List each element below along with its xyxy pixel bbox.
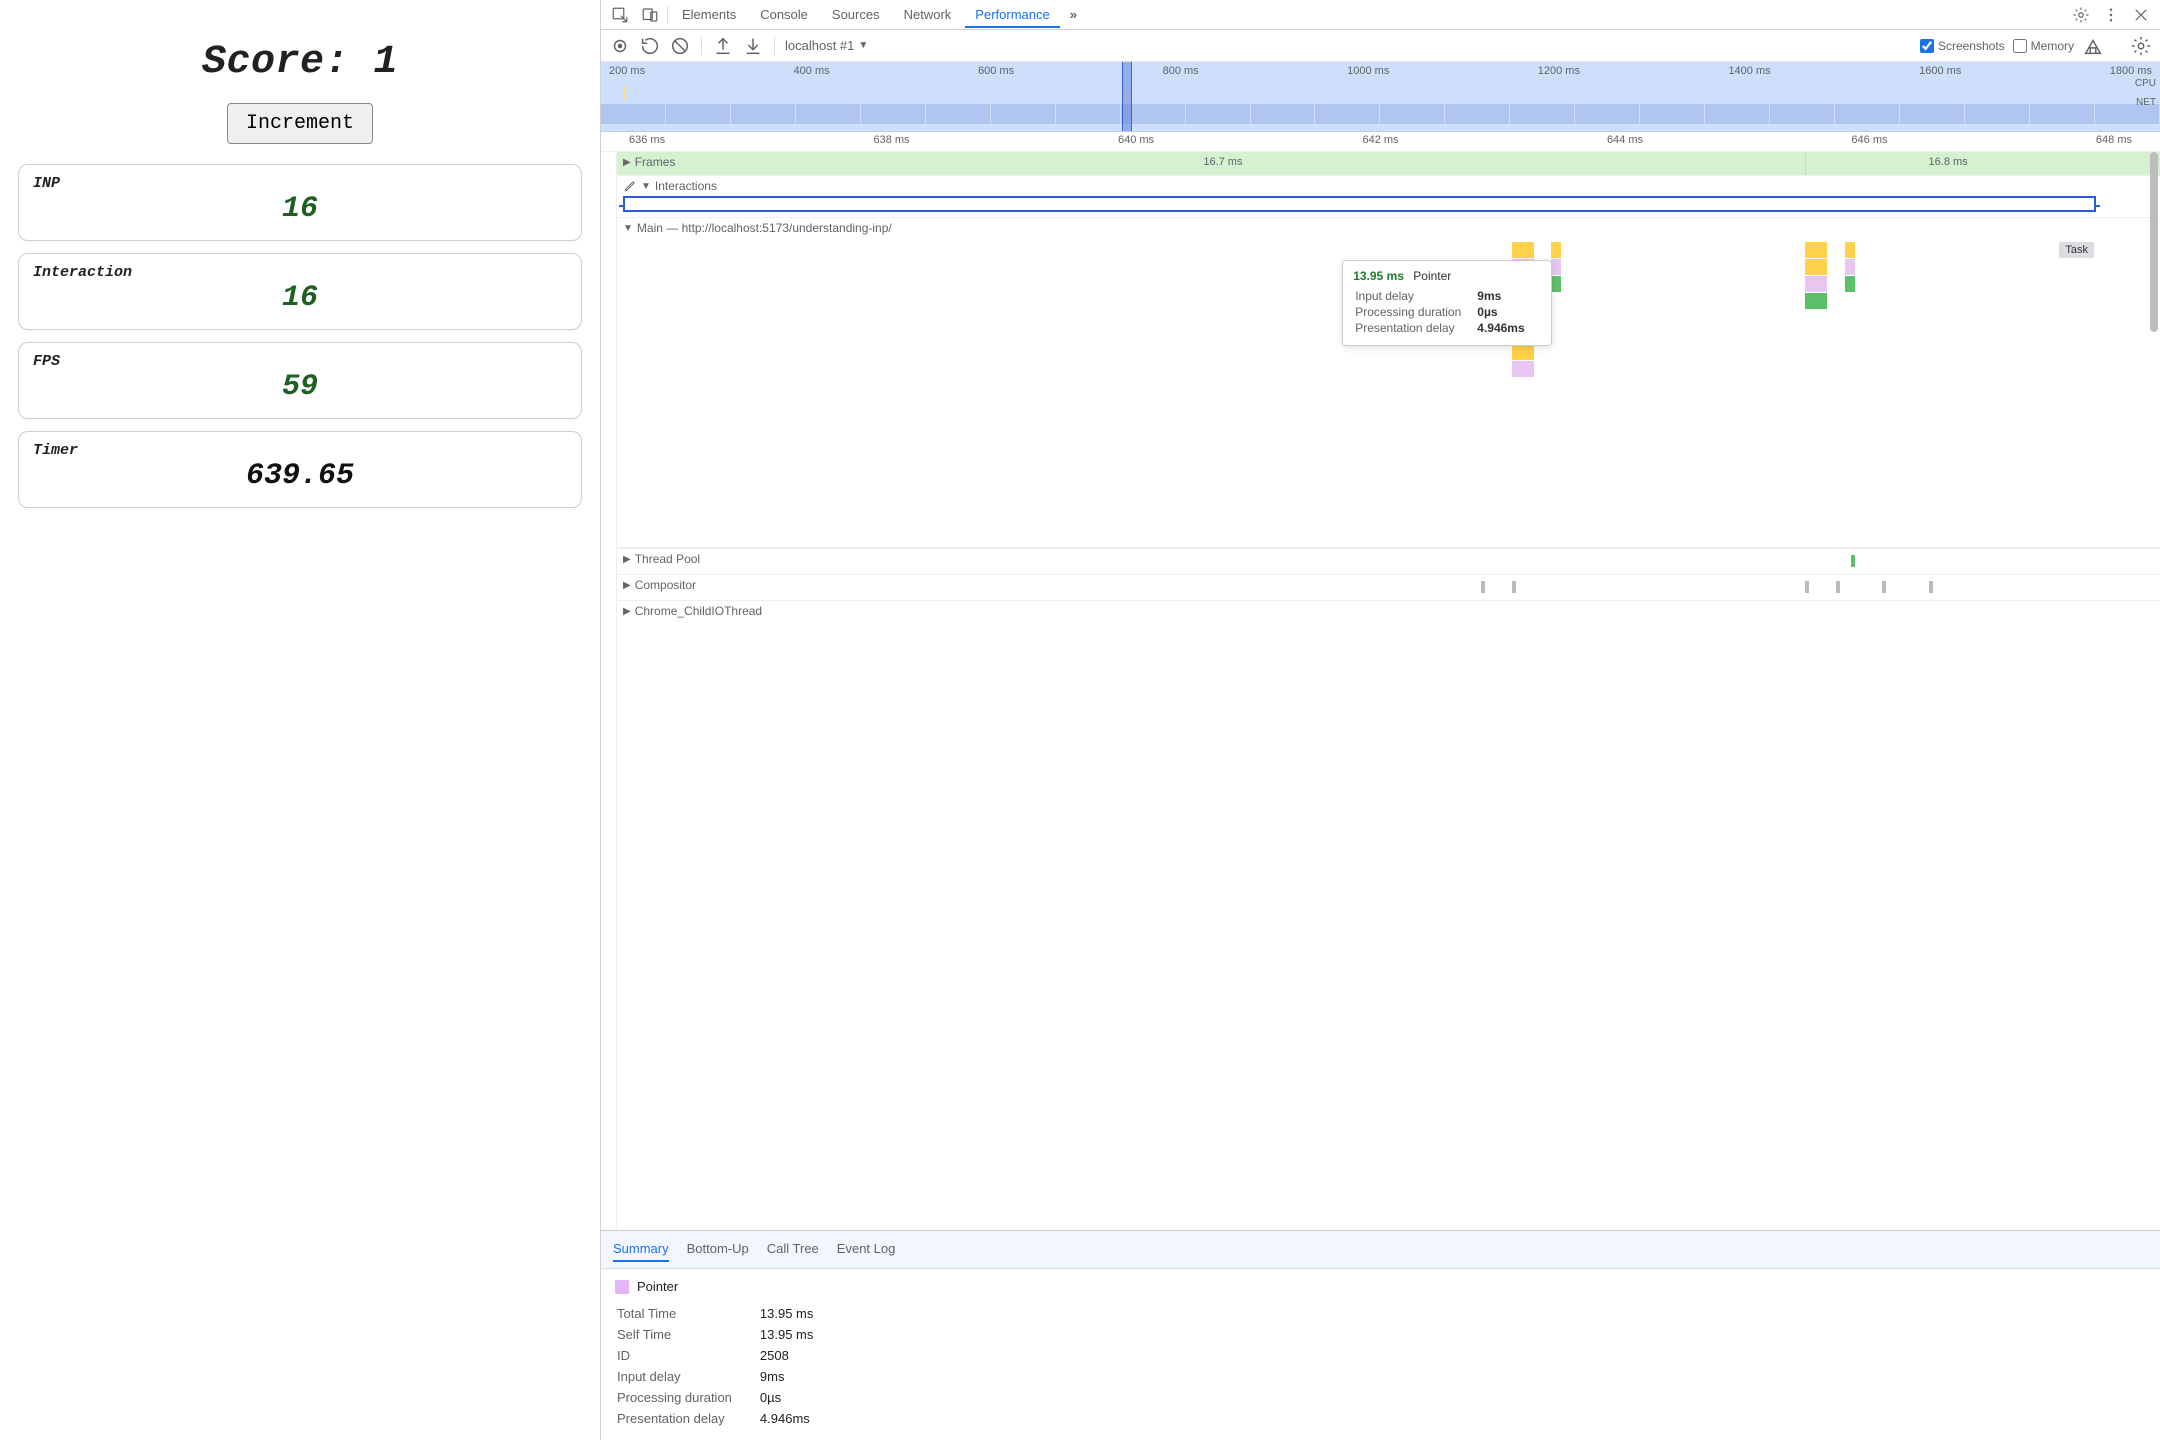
tab-bottom-up[interactable]: Bottom-Up	[687, 1237, 749, 1262]
ov-tick: 1800 ms	[2110, 65, 2152, 77]
pencil-icon	[623, 179, 637, 193]
memory-checkbox[interactable]: Memory	[2013, 39, 2074, 53]
expander-icon[interactable]: ▶	[623, 554, 631, 565]
devtools-pane: Elements Console Sources Network Perform…	[600, 0, 2160, 1440]
overview-viewport-handle[interactable]	[1122, 62, 1132, 131]
metric-inp: INP 16	[18, 164, 582, 241]
interactions-track[interactable]: ▼ Interactions	[617, 176, 2160, 218]
expander-icon[interactable]: ▼	[641, 181, 651, 192]
compositor-track[interactable]: ▶ Compositor	[617, 574, 2160, 600]
expander-icon[interactable]: ▼	[623, 223, 633, 234]
event-name: Pointer	[637, 1279, 678, 1294]
ov-tick: 1000 ms	[1347, 65, 1389, 77]
flamechart[interactable]: ▶ Frames 16.7 ms 16.8 ms ▼ Interactions	[601, 152, 2160, 1231]
close-icon[interactable]	[2128, 2, 2154, 28]
cpu-label: CPU	[2135, 78, 2156, 89]
track-label: Chrome_ChildIOThread	[635, 604, 762, 618]
tab-elements[interactable]: Elements	[672, 1, 746, 28]
metric-value: 59	[33, 370, 567, 404]
tab-sources[interactable]: Sources	[822, 1, 890, 28]
interaction-bar[interactable]	[623, 196, 2096, 212]
metric-label: Timer	[33, 442, 567, 459]
metric-interaction: Interaction 16	[18, 253, 582, 330]
metric-value: 639.65	[33, 459, 567, 493]
gear-icon[interactable]	[2130, 35, 2152, 57]
ov-tick: 1200 ms	[1538, 65, 1580, 77]
tab-event-log[interactable]: Event Log	[837, 1237, 896, 1262]
tab-network[interactable]: Network	[894, 1, 962, 28]
frame-time: 16.7 ms	[1203, 156, 1242, 168]
kebab-icon[interactable]	[2098, 2, 2124, 28]
net-label: NET	[2135, 97, 2156, 108]
tab-call-tree[interactable]: Call Tree	[767, 1237, 819, 1262]
zoom-tick: 636 ms	[629, 134, 665, 149]
gear-icon[interactable]	[2068, 2, 2094, 28]
expander-icon[interactable]: ▶	[623, 580, 631, 591]
tab-performance[interactable]: Performance	[965, 1, 1059, 28]
inspect-icon[interactable]	[607, 2, 633, 28]
clear-icon[interactable]	[669, 35, 691, 57]
performance-toolbar: localhost #1 ▼ Screenshots Memory	[601, 30, 2160, 62]
tabs-overflow[interactable]: »	[1064, 7, 1083, 22]
recording-name: localhost #1	[785, 38, 854, 53]
summary-panel: Pointer Total Time 13.95 ms Self Time 13…	[601, 1269, 2160, 1440]
metric-label: INP	[33, 175, 567, 192]
chevron-down-icon: ▼	[858, 40, 868, 51]
expander-icon[interactable]: ▶	[623, 157, 631, 168]
zoom-tick: 642 ms	[1362, 134, 1398, 149]
app-pane: Score: 1 Increment INP 16 Interaction 16…	[0, 0, 600, 1440]
devtools-tabbar: Elements Console Sources Network Perform…	[601, 0, 2160, 30]
tooltip-name: Pointer	[1413, 269, 1451, 283]
metric-fps: FPS 59	[18, 342, 582, 419]
recording-select[interactable]: localhost #1 ▼	[785, 38, 965, 53]
increment-button[interactable]: Increment	[227, 103, 373, 144]
frames-track[interactable]: ▶ Frames 16.7 ms 16.8 ms	[617, 152, 2160, 176]
track-label: Main — http://localhost:5173/understandi…	[637, 221, 892, 235]
tab-console[interactable]: Console	[750, 1, 818, 28]
zoom-tick: 644 ms	[1607, 134, 1643, 149]
detail-tabbar: Summary Bottom-Up Call Tree Event Log	[601, 1231, 2160, 1269]
ov-tick: 600 ms	[978, 65, 1014, 77]
track-label: Frames	[635, 155, 676, 169]
zoom-ruler[interactable]: 636 ms 638 ms 640 ms 642 ms 644 ms 646 m…	[601, 132, 2160, 152]
device-toggle-icon[interactable]	[637, 2, 663, 28]
metric-label: FPS	[33, 353, 567, 370]
ov-tick: 1600 ms	[1919, 65, 1961, 77]
track-label: Interactions	[655, 179, 717, 193]
ov-tick: 1400 ms	[1728, 65, 1770, 77]
record-icon[interactable]	[609, 35, 631, 57]
reload-record-icon[interactable]	[639, 35, 661, 57]
score-title: Score: 1	[12, 40, 588, 85]
upload-profile-icon[interactable]	[712, 35, 734, 57]
thread-pool-track[interactable]: ▶ Thread Pool	[617, 548, 2160, 574]
frame-time: 16.8 ms	[1929, 156, 1968, 168]
zoom-tick: 638 ms	[873, 134, 909, 149]
download-profile-icon[interactable]	[742, 35, 764, 57]
zoom-tick: 640 ms	[1118, 134, 1154, 149]
metric-value: 16	[33, 192, 567, 226]
metric-value: 16	[33, 281, 567, 315]
event-color-swatch	[615, 1280, 629, 1294]
metric-timer: Timer 639.65	[18, 431, 582, 508]
track-label: Compositor	[635, 578, 696, 592]
tooltip-ms: 13.95 ms	[1353, 269, 1404, 283]
gc-icon[interactable]	[2082, 35, 2104, 57]
childio-track[interactable]: ▶ Chrome_ChildIOThread	[617, 600, 2160, 626]
zoom-tick: 648 ms	[2096, 134, 2132, 149]
ov-tick: 200 ms	[609, 65, 645, 77]
expander-icon[interactable]: ▶	[623, 606, 631, 617]
overview-timeline[interactable]: 200 ms 400 ms 600 ms 800 ms 1000 ms 1200…	[601, 62, 2160, 132]
main-thread-track[interactable]: ▼ Main — http://localhost:5173/understan…	[617, 218, 2160, 548]
metric-label: Interaction	[33, 264, 567, 281]
tab-summary[interactable]: Summary	[613, 1237, 669, 1262]
screenshots-checkbox[interactable]: Screenshots	[1920, 39, 2005, 53]
track-label: Thread Pool	[635, 552, 700, 566]
ov-tick: 400 ms	[794, 65, 830, 77]
ov-tick: 800 ms	[1163, 65, 1199, 77]
zoom-tick: 646 ms	[1851, 134, 1887, 149]
interaction-tooltip: 13.95 ms Pointer Input delay 9ms Process…	[1342, 260, 1552, 346]
scrollbar-thumb[interactable]	[2150, 152, 2158, 332]
